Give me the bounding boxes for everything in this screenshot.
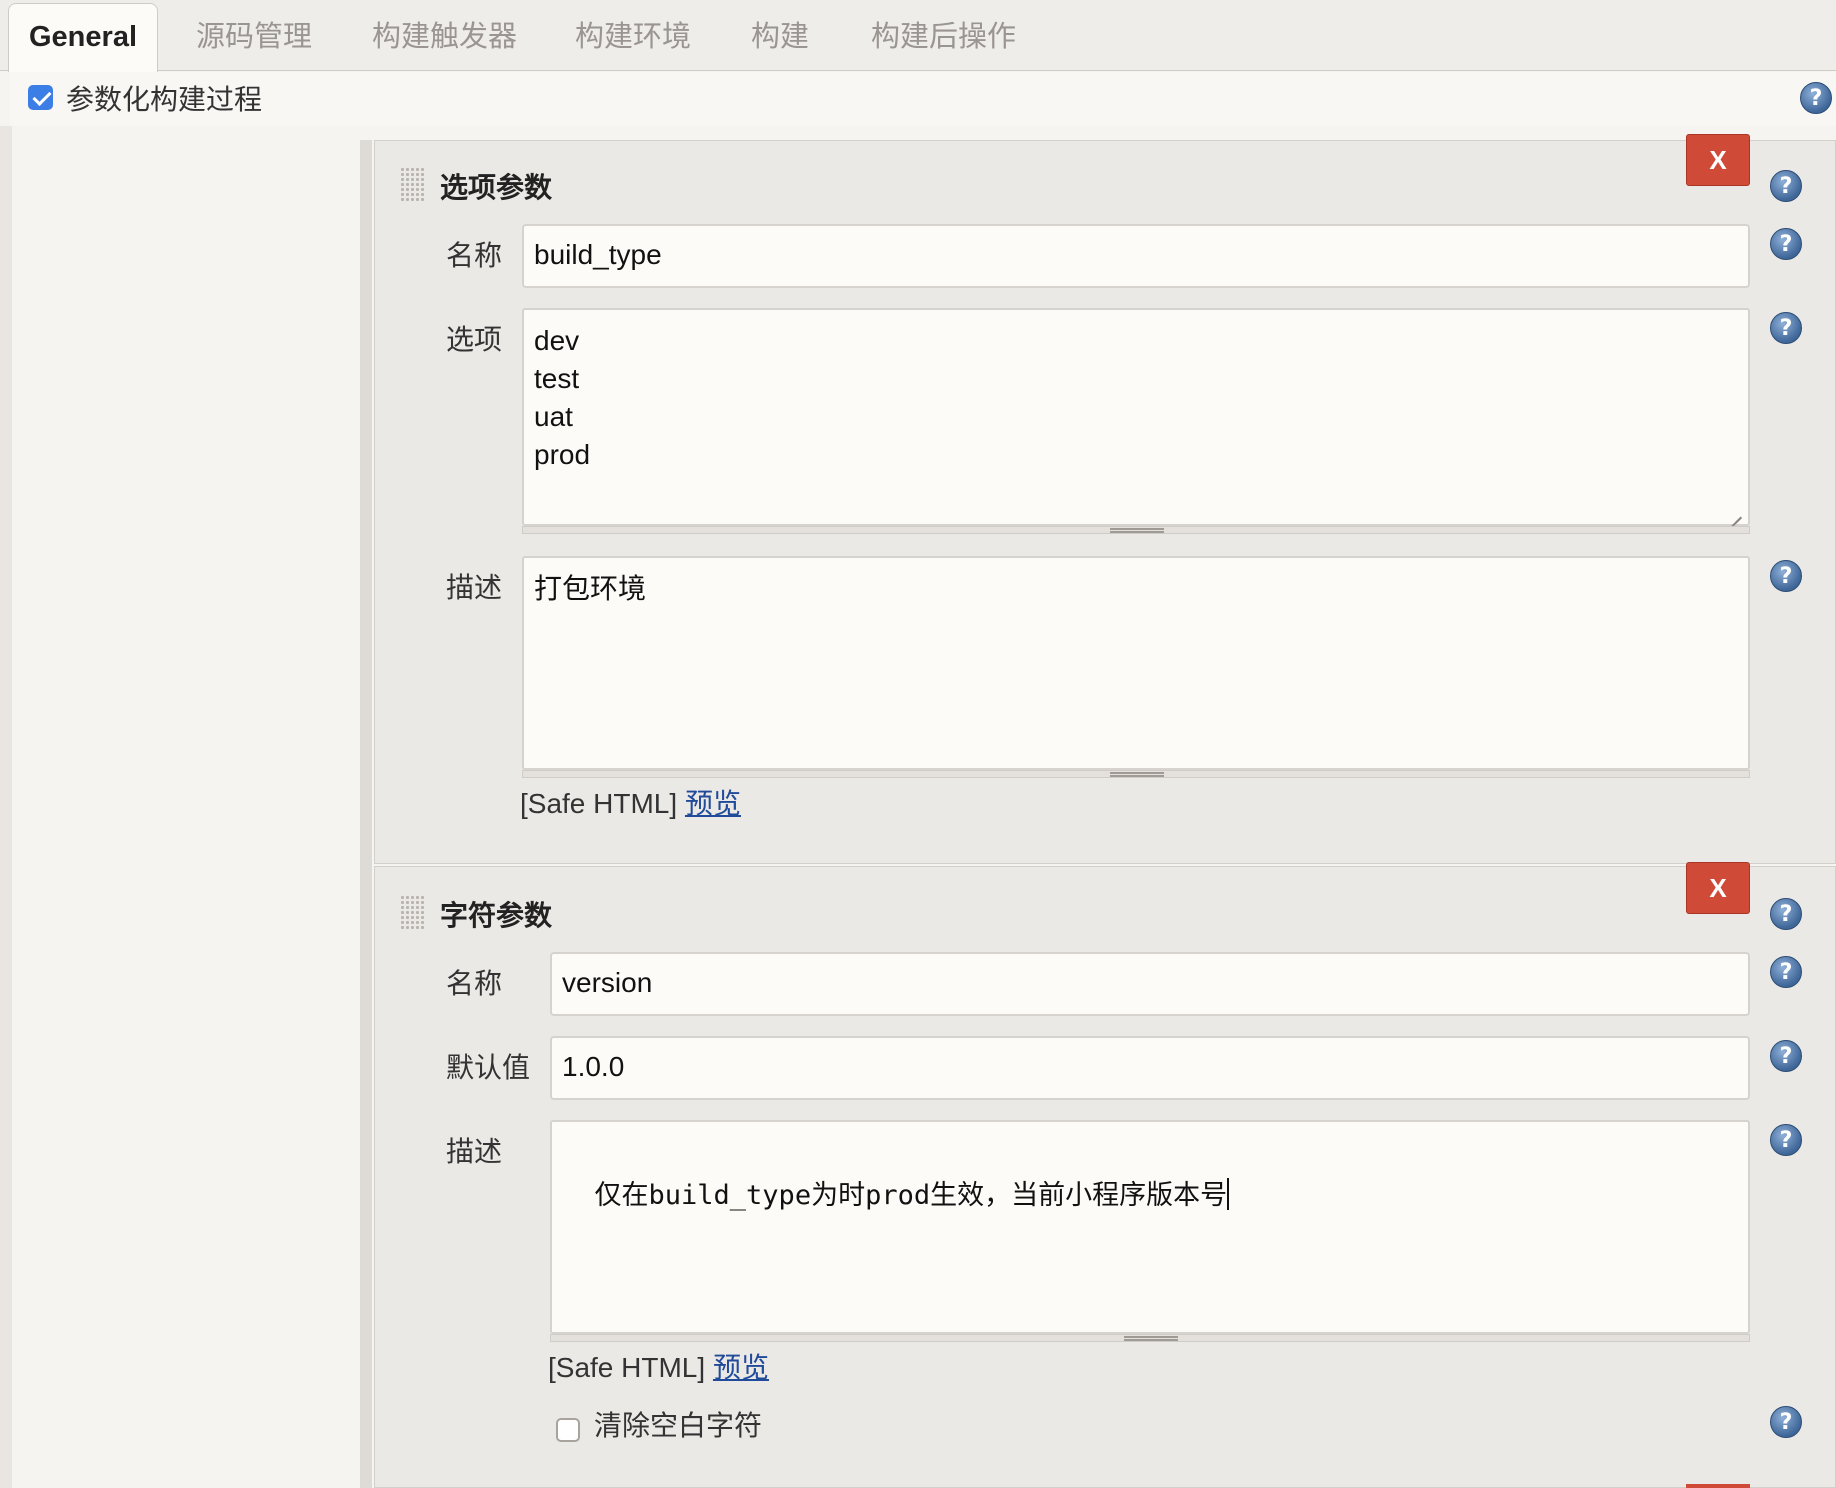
default-value-label: 默认值 [446, 1051, 531, 1084]
drag-handle-icon[interactable] [400, 167, 424, 203]
choice-name-label: 名称 [446, 239, 503, 272]
trim-whitespace-checkbox[interactable] [556, 1418, 580, 1442]
choice-description-label: 描述 [446, 571, 503, 604]
choices-label: 选项 [446, 323, 503, 356]
grip-icon [1124, 1336, 1178, 1341]
drag-handle-icon[interactable] [400, 895, 424, 931]
choice-description-textarea[interactable]: 打包环境 [522, 556, 1750, 770]
tab-general[interactable]: General [8, 3, 158, 72]
string-description-text: 仅在build_type为时prod生效，当前小程序版本号 [594, 1180, 1228, 1211]
choice-parameter-title: 选项参数 [440, 171, 553, 204]
string-parameter-title: 字符参数 [440, 899, 553, 932]
safe-html-note: [Safe HTML] 预览 [548, 1346, 769, 1386]
safe-html-note: [Safe HTML] 预览 [520, 782, 741, 822]
string-description-label: 描述 [446, 1135, 503, 1168]
resize-corner-icon[interactable] [1728, 504, 1744, 520]
parameterized-build-label: 参数化构建过程 [66, 83, 263, 116]
left-gutter [0, 126, 12, 1488]
parameterized-build-checkbox[interactable] [28, 85, 53, 110]
help-icon[interactable]: ? [1770, 1124, 1802, 1156]
tab-build-environment[interactable]: 构建环境 [575, 14, 691, 58]
help-icon[interactable]: ? [1770, 1406, 1802, 1438]
grip-icon [1110, 772, 1164, 777]
delete-string-parameter-button[interactable]: X [1686, 862, 1750, 914]
tab-post-build-actions[interactable]: 构建后操作 [871, 14, 1016, 58]
tab-build[interactable]: 构建 [751, 14, 809, 58]
choices-textarea[interactable]: dev test uat prod [522, 308, 1750, 526]
help-icon[interactable]: ? [1770, 1040, 1802, 1072]
preview-link[interactable]: 预览 [713, 1352, 769, 1383]
help-icon[interactable]: ? [1770, 170, 1802, 202]
grip-icon [1110, 528, 1164, 533]
help-icon[interactable]: ? [1770, 560, 1802, 592]
preview-link[interactable]: 预览 [685, 788, 741, 819]
help-icon[interactable]: ? [1770, 312, 1802, 344]
choice-name-input[interactable]: build_type [522, 224, 1750, 288]
string-name-input[interactable]: version [550, 952, 1750, 1016]
text-caret [1227, 1178, 1230, 1210]
help-icon[interactable]: ? [1800, 82, 1832, 114]
parameterized-build-row [10, 72, 1836, 126]
safe-html-label: [Safe HTML] [548, 1352, 706, 1383]
tab-build-triggers[interactable]: 构建触发器 [372, 14, 517, 58]
help-icon[interactable]: ? [1770, 228, 1802, 260]
help-icon[interactable]: ? [1770, 956, 1802, 988]
string-description-textarea[interactable]: 仅在build_type为时prod生效，当前小程序版本号 [550, 1120, 1750, 1334]
default-value-input[interactable]: 1.0.0 [550, 1036, 1750, 1100]
parameters-rail [360, 140, 372, 1488]
delete-choice-parameter-button[interactable]: X [1686, 134, 1750, 186]
help-icon[interactable]: ? [1770, 898, 1802, 930]
safe-html-label: [Safe HTML] [520, 788, 678, 819]
trim-whitespace-label: 清除空白字符 [594, 1409, 763, 1442]
next-delete-button-edge [1686, 1484, 1750, 1488]
tab-source-control[interactable]: 源码管理 [196, 14, 312, 58]
string-name-label: 名称 [446, 967, 503, 1000]
